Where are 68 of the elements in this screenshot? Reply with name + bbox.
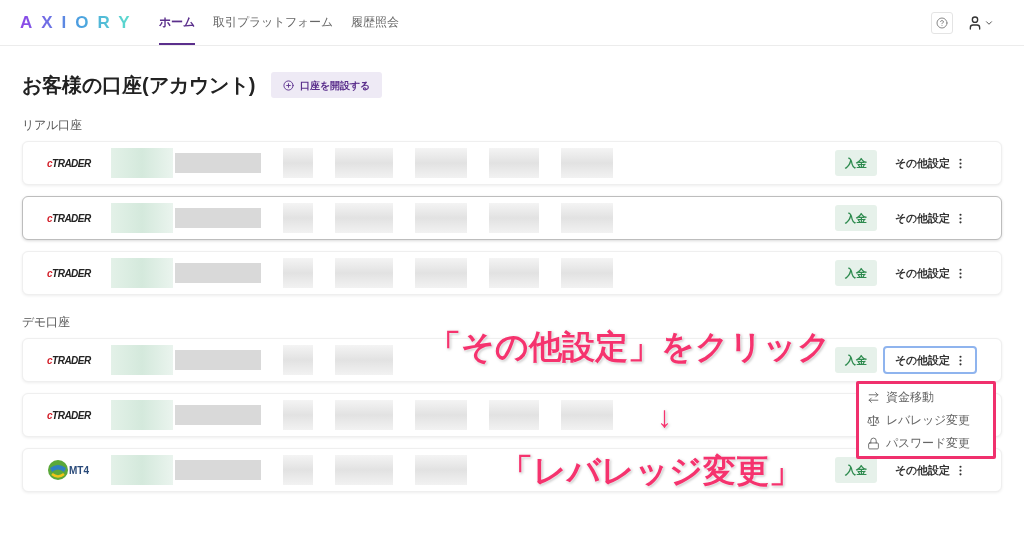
deposit-button[interactable]: 入金	[835, 457, 877, 483]
redacted-block	[283, 203, 313, 233]
more-settings-button[interactable]: その他設定	[883, 204, 977, 232]
redacted-block	[335, 345, 393, 375]
annotation-arrow: ↓	[657, 399, 672, 435]
redacted-block	[283, 455, 313, 485]
more-settings-button[interactable]: その他設定	[883, 149, 977, 177]
redacted-block	[283, 345, 313, 375]
redacted-block	[415, 258, 467, 288]
more-settings-button[interactable]: その他設定	[883, 259, 977, 287]
redacted-block	[489, 400, 539, 430]
user-icon	[967, 14, 983, 31]
redacted-block	[489, 258, 539, 288]
redacted-block	[489, 203, 539, 233]
redacted-block	[561, 203, 613, 233]
redacted-block	[111, 400, 173, 430]
platform-logo: MT4	[69, 463, 89, 478]
redacted-block	[415, 203, 467, 233]
deposit-button[interactable]: 入金	[835, 347, 877, 373]
platform-logo: cTRADER	[47, 211, 92, 226]
menu-item-label: レバレッジ変更	[886, 412, 970, 429]
redacted-block	[415, 148, 467, 178]
redacted-block	[111, 258, 173, 288]
globe-logo-icon	[47, 459, 69, 481]
page-title: お客様の口座(アカウント)	[22, 73, 256, 98]
platform-logo: cTRADER	[47, 408, 92, 423]
redacted-block	[111, 203, 173, 233]
annotation-text: 「レバレッジ変更」	[500, 451, 802, 491]
redacted-block	[415, 400, 467, 430]
redacted-block	[561, 148, 613, 178]
deposit-button[interactable]: 入金	[835, 205, 877, 231]
section-label: デモ口座	[22, 314, 71, 331]
redacted-block	[111, 148, 173, 178]
section-label: リアル口座	[22, 117, 83, 134]
nav-tab[interactable]: 取引プラットフォーム	[212, 0, 333, 45]
user-menu-button[interactable]	[967, 14, 994, 31]
help-icon	[936, 16, 948, 29]
nav-tab[interactable]: ホーム	[158, 0, 195, 45]
redacted-block	[335, 258, 393, 288]
balance-scale-icon	[867, 413, 880, 427]
platform-logo: cTRADER	[47, 156, 92, 171]
redacted-block	[561, 400, 613, 430]
plus-circle-icon	[283, 79, 295, 91]
redacted-block	[283, 148, 313, 178]
open-account-button[interactable]: 口座を開設する	[271, 72, 383, 98]
menu-item-label: 資金移動	[886, 389, 934, 406]
redacted-block	[111, 455, 173, 485]
deposit-button[interactable]: 入金	[835, 150, 877, 176]
platform-logo: cTRADER	[47, 353, 92, 368]
more-settings-button[interactable]: その他設定	[883, 456, 977, 484]
redacted-block	[111, 345, 173, 375]
redacted-block	[283, 258, 313, 288]
redacted-block	[489, 148, 539, 178]
redacted-block	[335, 203, 393, 233]
transfer-arrows-icon	[867, 390, 880, 404]
redacted-block	[335, 400, 393, 430]
more-settings-button[interactable]: その他設定	[883, 346, 977, 374]
redacted-block	[415, 455, 467, 485]
redacted-block	[561, 258, 613, 288]
deposit-button[interactable]: 入金	[835, 260, 877, 286]
annotation-text: 「その他設定」をクリック	[428, 327, 831, 367]
nav-tab[interactable]: 履歴照会	[350, 0, 399, 45]
redacted-block	[335, 148, 393, 178]
redacted-block	[283, 400, 313, 430]
lock-icon	[867, 436, 880, 450]
menu-item-label: パスワード変更	[886, 435, 970, 452]
platform-logo: cTRADER	[47, 266, 92, 281]
redacted-block	[335, 455, 393, 485]
